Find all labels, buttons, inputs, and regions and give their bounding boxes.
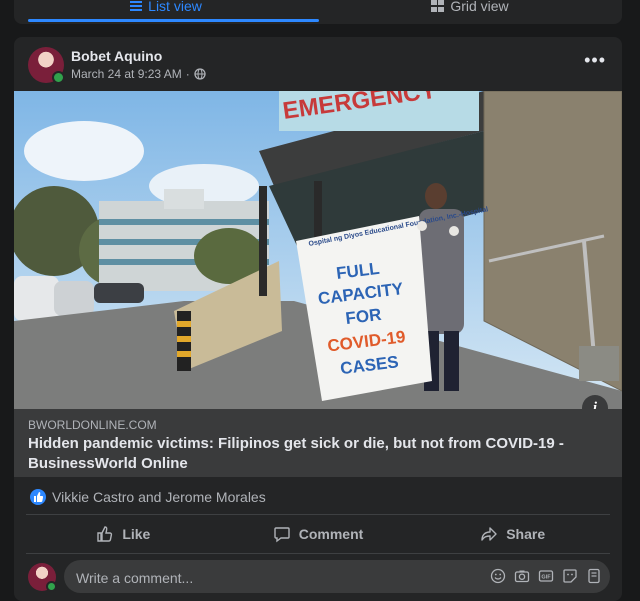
divider-bottom (26, 553, 610, 554)
share-icon (481, 527, 497, 541)
tab-grid-label: Grid view (450, 0, 509, 14)
thumbs-up-icon (97, 526, 113, 542)
tab-list-view[interactable]: List view (14, 0, 318, 20)
post-timestamp[interactable]: March 24 at 9:23 AM (71, 67, 182, 81)
link-domain: BWORLDONLINE.COM (28, 418, 157, 432)
grid-icon (431, 0, 445, 12)
camera-icon[interactable] (514, 568, 530, 584)
comment-label: Comment (298, 526, 364, 542)
post-photo[interactable]: EMERGENCY Ospital ng Diyos Educational F… (14, 91, 622, 409)
online-status-dot (46, 581, 57, 592)
like-label: Like (122, 526, 151, 542)
comment-box: GIF (64, 560, 610, 595)
post-actions: Like Comment Share (26, 518, 610, 550)
like-button[interactable]: Like (26, 518, 221, 550)
emoji-icon[interactable] (490, 568, 506, 584)
post-author-name[interactable]: Bobet Aquino (71, 48, 162, 64)
like-reaction-icon (30, 489, 46, 505)
share-button[interactable]: Share (415, 518, 610, 550)
svg-text:GIF: GIF (541, 575, 551, 581)
tab-grid-view[interactable]: Grid view (318, 0, 622, 20)
sticker-icon[interactable] (562, 568, 578, 584)
post-card: Bobet Aquino March 24 at 9:23 AM · ••• E… (14, 37, 622, 601)
tab-list-label: List view (148, 0, 202, 14)
reactions-summary[interactable]: Vikkie Castro and Jerome Morales (30, 489, 266, 505)
comment-input[interactable] (74, 560, 478, 595)
current-user-avatar[interactable] (28, 563, 57, 592)
more-options-icon[interactable]: ••• (584, 51, 606, 69)
active-tab-indicator (28, 19, 319, 22)
gif-icon[interactable]: GIF (538, 568, 554, 584)
comment-button[interactable]: Comment (221, 518, 416, 550)
globe-icon (194, 68, 206, 80)
comment-composer: GIF (26, 559, 610, 595)
reactions-names[interactable]: Vikkie Castro and Jerome Morales (52, 489, 266, 505)
share-label: Share (506, 526, 546, 542)
attachment-icon[interactable] (586, 568, 602, 584)
link-headline[interactable]: Hidden pandemic victims: Filipinos get s… (28, 434, 608, 474)
comment-tools: GIF (490, 568, 602, 584)
divider-top (26, 514, 610, 515)
list-icon (130, 1, 143, 11)
post-meta: March 24 at 9:23 AM · (71, 67, 206, 81)
author-avatar[interactable] (28, 47, 65, 84)
hospital-photo-illustration: EMERGENCY Ospital ng Diyos Educational F… (14, 91, 622, 409)
online-status-dot (52, 71, 65, 84)
comment-icon (274, 527, 290, 543)
link-preview[interactable]: BWORLDONLINE.COM Hidden pandemic victims… (14, 409, 622, 477)
meta-separator: · (185, 67, 190, 81)
